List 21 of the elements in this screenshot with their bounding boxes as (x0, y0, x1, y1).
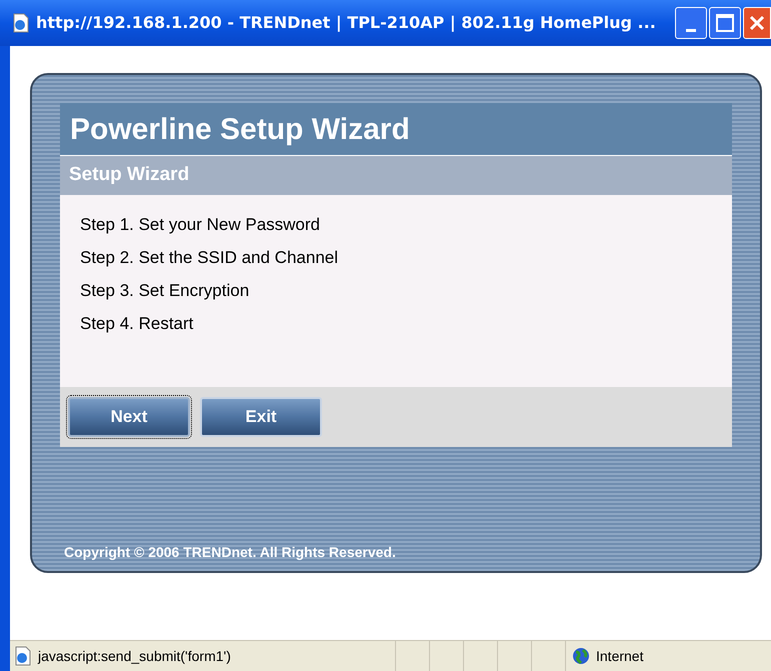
minimize-icon (686, 29, 696, 32)
minimize-button[interactable] (675, 7, 707, 39)
close-icon (749, 15, 765, 31)
page-icon (12, 13, 30, 33)
step-text: Step 3. Set Encryption (80, 280, 250, 302)
wizard-button[interactable]: Next (68, 397, 190, 437)
close-button[interactable] (743, 7, 771, 39)
page-icon (14, 646, 32, 666)
maximize-button[interactable] (709, 7, 741, 39)
wizard-title: Powerline Setup Wizard (70, 112, 410, 148)
step-text: Step 1. Set your New Password (80, 214, 322, 236)
window-title: http://192.168.1.200 - TRENDnet | TPL-210AP | 802.11g HomePlug ... (36, 12, 657, 34)
wizard-button[interactable]: Exit (200, 397, 322, 437)
step-text: Step 2. Set the SSID and Channel (80, 247, 340, 269)
section-title: Setup Wizard (69, 163, 190, 188)
copyright-text: Copyright © 2006 TRENDnet. All Rights Reserved. (64, 543, 396, 562)
maximize-icon (716, 14, 734, 32)
zone-text: Internet (596, 646, 644, 666)
globe-icon (572, 647, 590, 665)
step-text: Step 4. Restart (80, 313, 194, 335)
status-text: javascript:send_submit('form1') (38, 646, 231, 666)
